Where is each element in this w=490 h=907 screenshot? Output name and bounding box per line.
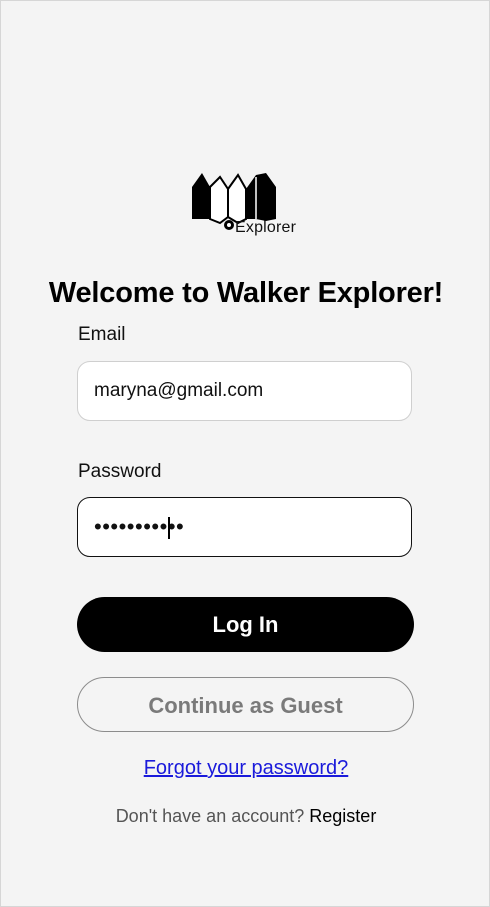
forgot-password-row: Forgot your password? xyxy=(1,757,490,780)
password-label: Password xyxy=(78,461,162,482)
login-button[interactable]: Log In xyxy=(77,597,414,652)
text-caret xyxy=(168,517,170,539)
register-row: Don't have an account? Register xyxy=(1,806,490,827)
page-title: Welcome to Walker Explorer! xyxy=(48,277,444,309)
register-prompt: Don't have an account? xyxy=(115,806,305,826)
forgot-password-link[interactable]: Forgot your password? xyxy=(144,757,349,779)
password-field[interactable] xyxy=(77,497,412,557)
logo-text: Explorer xyxy=(235,219,297,236)
email-field[interactable] xyxy=(77,361,412,421)
register-link[interactable]: Register xyxy=(309,806,376,826)
continue-as-guest-button[interactable]: Continue as Guest xyxy=(77,677,414,732)
app-screen: Explorer Welcome to Walker Explorer! Ema… xyxy=(0,0,490,907)
walker-explorer-logo: Explorer xyxy=(190,169,304,241)
email-label: Email xyxy=(78,324,126,345)
